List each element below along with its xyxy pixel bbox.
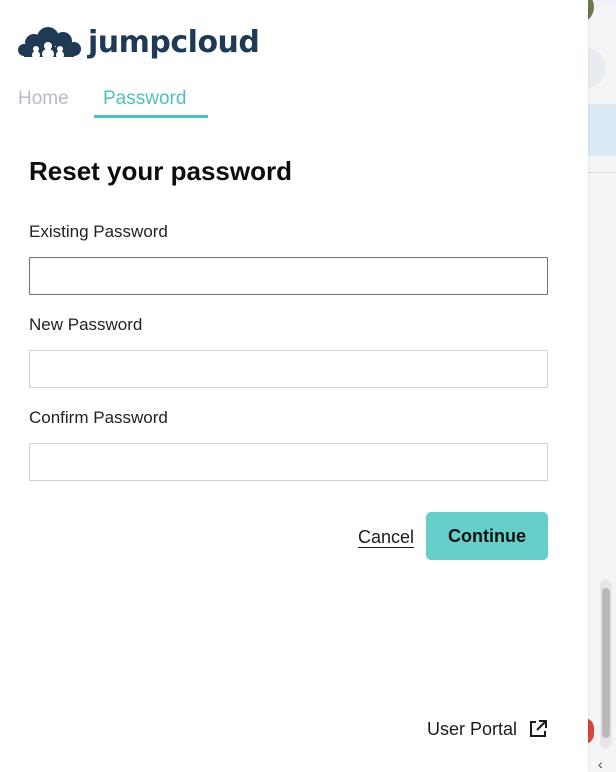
existing-password-field[interactable] <box>29 257 548 295</box>
page-title: Reset your password <box>29 156 292 186</box>
external-link-icon <box>527 718 549 740</box>
active-tab-indicator <box>94 115 208 118</box>
password-reset-panel: jumpcloud Home Password Reset your passw… <box>0 0 588 772</box>
cancel-button[interactable]: Cancel <box>358 527 414 548</box>
scrollbar-thumb[interactable] <box>602 588 610 738</box>
brand-name: jumpcloud <box>88 24 260 60</box>
continue-button[interactable]: Continue <box>426 512 548 560</box>
background-highlight <box>588 104 616 156</box>
existing-password-label: Existing Password <box>29 222 168 241</box>
user-portal-label: User Portal <box>427 718 518 739</box>
tab-password[interactable]: Password <box>103 88 186 110</box>
cloud-logo-icon <box>18 25 82 59</box>
brand-logo: jumpcloud <box>18 22 260 62</box>
tab-home[interactable]: Home <box>18 88 69 110</box>
confirm-password-field[interactable] <box>29 443 548 481</box>
background-divider <box>588 172 616 173</box>
nav-tabs: Home Password <box>0 84 588 120</box>
new-password-label: New Password <box>29 315 143 334</box>
user-portal-link[interactable]: User Portal <box>427 718 549 740</box>
confirm-password-label: Confirm Password <box>29 408 168 427</box>
new-password-field[interactable] <box>29 350 548 388</box>
chevron-left-icon[interactable]: ‹ <box>598 756 603 772</box>
